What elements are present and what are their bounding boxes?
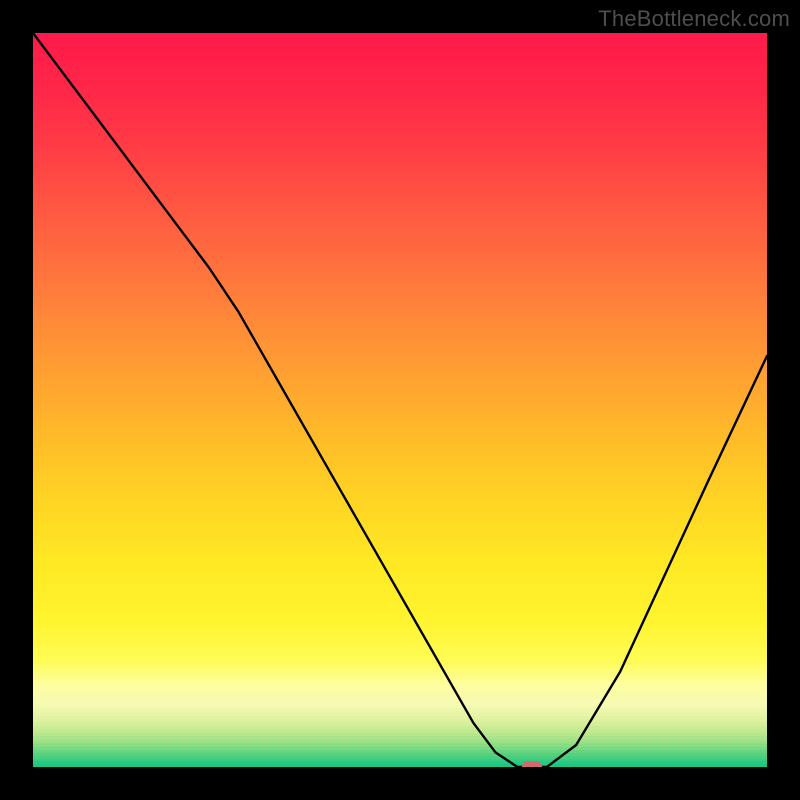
chart-frame: TheBottleneck.com bbox=[0, 0, 800, 800]
bottleneck-curve bbox=[33, 33, 767, 767]
optimal-marker bbox=[522, 761, 542, 767]
watermark-text: TheBottleneck.com bbox=[598, 6, 790, 32]
plot-area bbox=[33, 33, 767, 767]
